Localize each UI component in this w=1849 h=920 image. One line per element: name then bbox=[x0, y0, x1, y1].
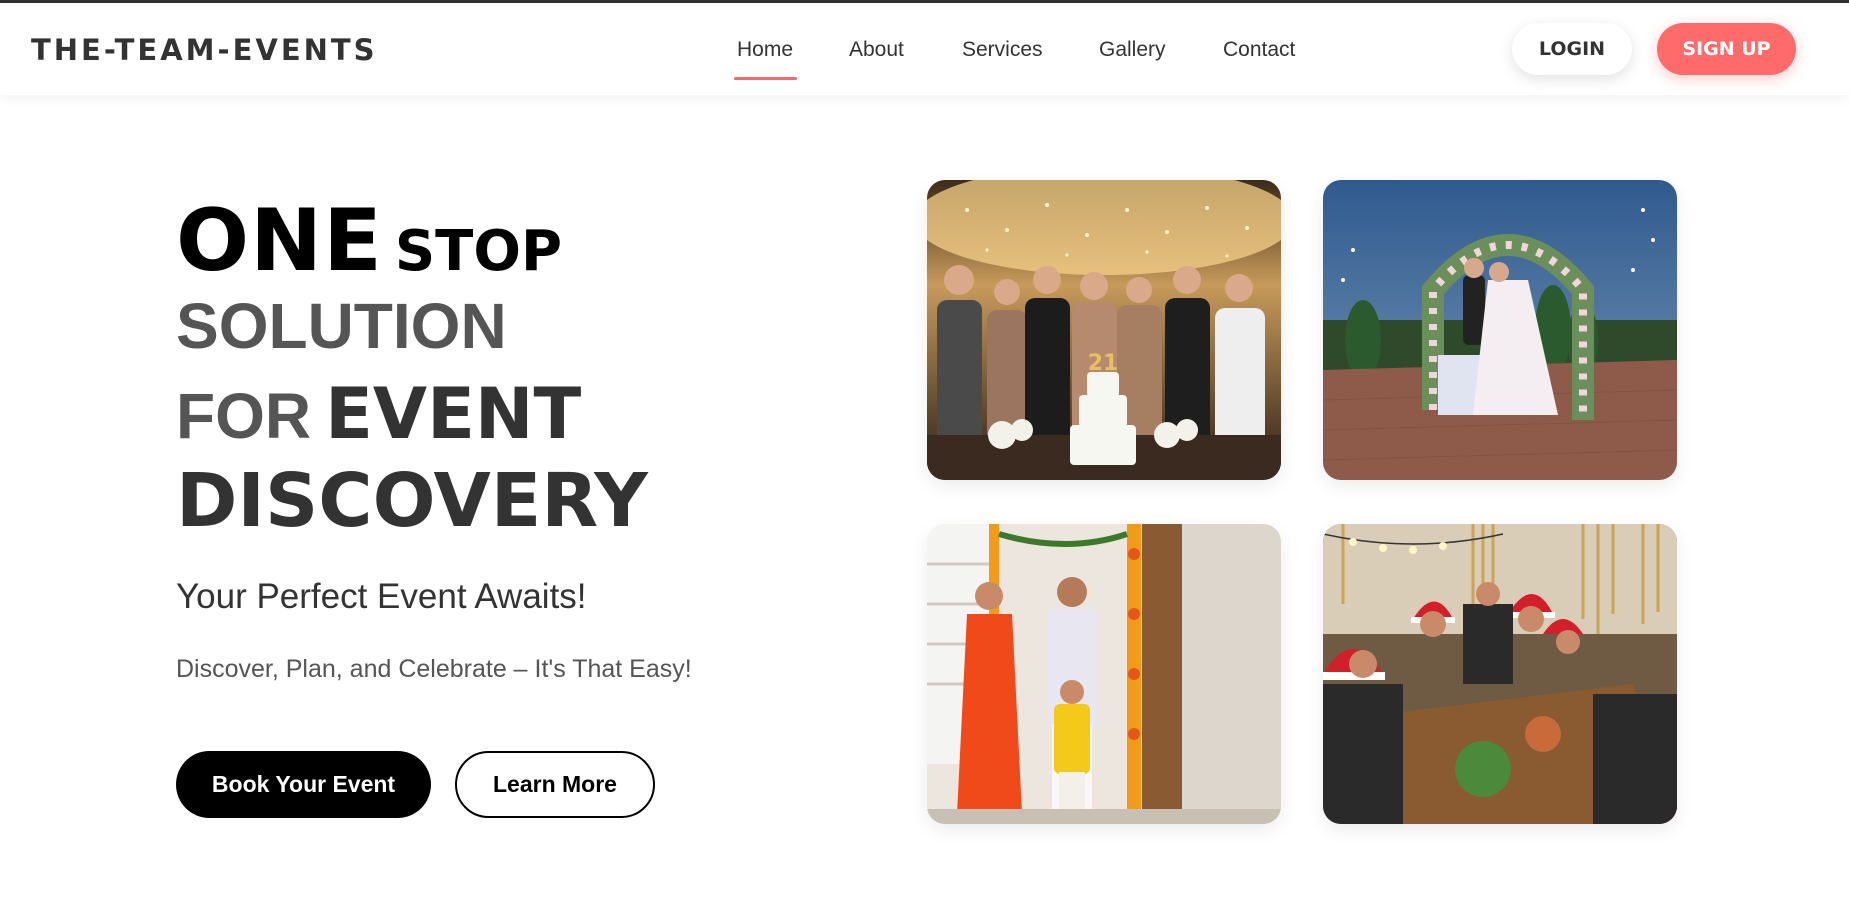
nav-about[interactable]: About bbox=[849, 38, 904, 62]
learn-more-button[interactable]: Learn More bbox=[455, 751, 655, 818]
book-event-button[interactable]: Book Your Event bbox=[176, 751, 431, 818]
hero-word-for: FOR bbox=[176, 380, 312, 452]
hero-word-stop: STOP bbox=[394, 219, 563, 284]
hero-word-one: ONE bbox=[176, 191, 383, 291]
hero-tagline: Discover, Plan, and Celebrate – It's Tha… bbox=[176, 655, 692, 683]
hero-title-line-1: ONE STOP bbox=[176, 198, 562, 284]
signup-button[interactable]: SIGN UP bbox=[1657, 23, 1796, 75]
hero-title-line-4: DISCOVERY bbox=[176, 464, 648, 538]
site-logo[interactable]: THE-TEAM-EVENTS bbox=[31, 33, 378, 67]
login-button[interactable]: LOGIN bbox=[1512, 23, 1632, 75]
wedding-arch-photo bbox=[1323, 180, 1677, 480]
party-toast-photo: 21 bbox=[927, 180, 1281, 480]
nav-gallery[interactable]: Gallery bbox=[1099, 38, 1166, 62]
nav-home[interactable]: Home bbox=[737, 38, 793, 62]
nav-services[interactable]: Services bbox=[962, 38, 1043, 62]
family-festival-photo bbox=[927, 524, 1281, 824]
hero-word-discovery: DISCOVERY bbox=[176, 458, 648, 544]
hero-title-line-3: FOR EVENT bbox=[176, 379, 581, 449]
cake-number-text: 21 bbox=[1088, 351, 1119, 376]
active-nav-underline bbox=[734, 77, 797, 80]
hero-title-line-2: SOLUTION bbox=[176, 294, 507, 358]
nav-contact[interactable]: Contact bbox=[1223, 38, 1295, 62]
hero-word-event: EVENT bbox=[325, 373, 582, 455]
site-header: THE-TEAM-EVENTS Home About Services Gall… bbox=[0, 3, 1849, 95]
hero-word-solution: SOLUTION bbox=[176, 290, 507, 362]
christmas-dinner-photo bbox=[1323, 524, 1677, 824]
hero-subtitle: Your Perfect Event Awaits! bbox=[176, 577, 587, 616]
